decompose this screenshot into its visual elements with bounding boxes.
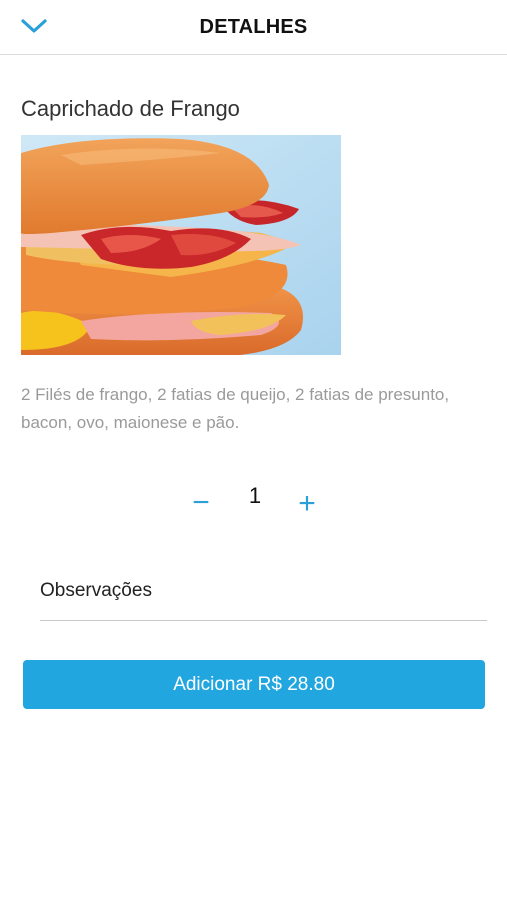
product-description: 2 Filés de frango, 2 fatias de queijo, 2…	[21, 385, 450, 432]
quantity-value: 1	[248, 483, 262, 508]
page-title: DETALHES	[199, 16, 308, 38]
observations-field[interactable]: Observações	[40, 570, 487, 621]
add-to-cart-label: Adicionar R$ 28.80	[173, 673, 335, 695]
product-name: Caprichado de Frango	[21, 96, 240, 121]
increase-quantity-button[interactable]: +	[294, 489, 320, 519]
top-bar: DETALHES	[0, 0, 507, 55]
add-to-cart-button[interactable]: Adicionar R$ 28.80	[23, 660, 485, 709]
observations-label: Observações	[40, 580, 152, 601]
product-image	[21, 135, 341, 355]
decrease-quantity-button[interactable]: −	[188, 488, 214, 518]
